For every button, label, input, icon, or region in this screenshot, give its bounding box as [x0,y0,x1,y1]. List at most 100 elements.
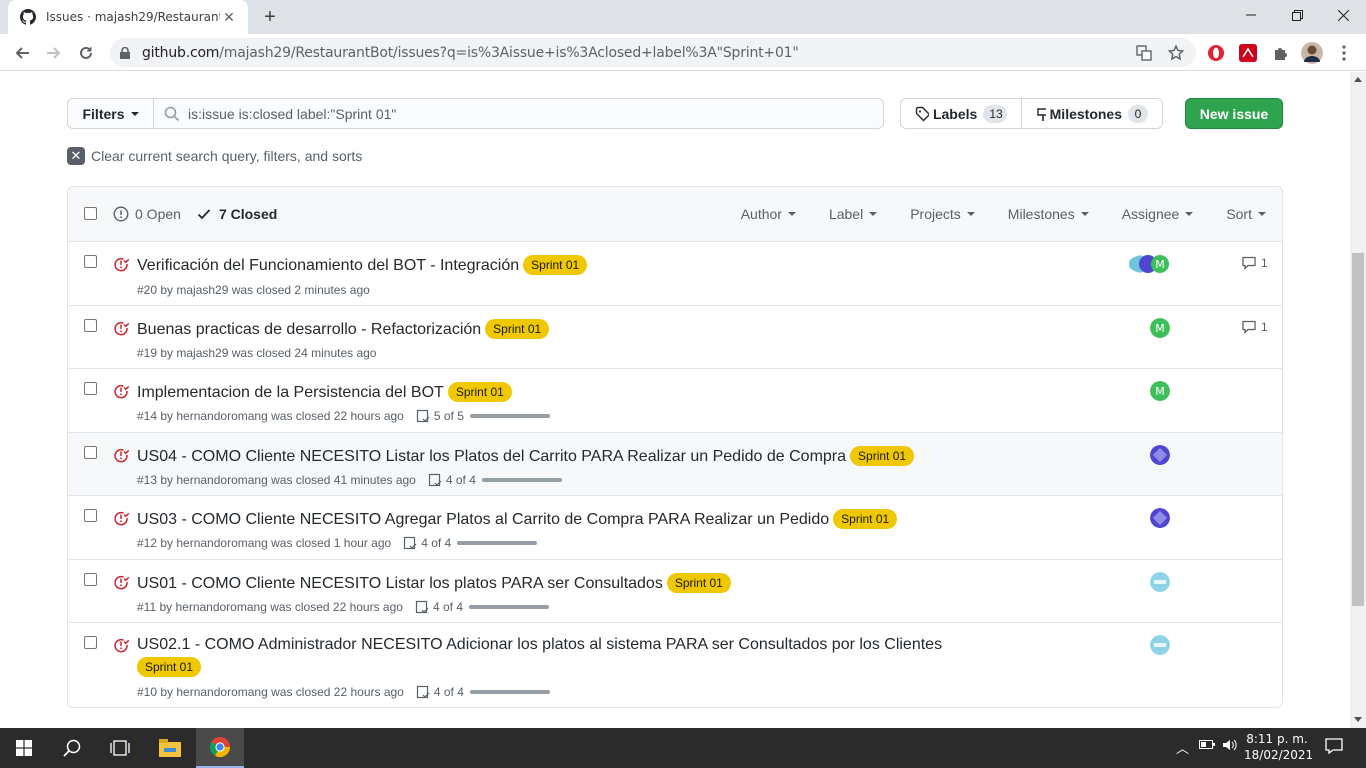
bookmark-star-icon[interactable] [1165,42,1187,64]
comments-link[interactable]: 1 [1241,255,1268,271]
issue-closed-icon [114,384,129,399]
close-tab-icon[interactable]: ✕ [220,8,238,26]
github-icon [20,9,36,25]
task-count: 4 of 4 [421,536,452,550]
issue-title-link[interactable]: US04 - COMO Cliente NECESITO Listar los … [137,448,846,465]
issue-row[interactable]: US03 - COMO Cliente NECESITO Agregar Pla… [68,496,1282,560]
assignees-avatar-stack[interactable]: M [1128,254,1174,274]
label-filter[interactable]: Label [828,206,878,222]
browser-tab[interactable]: Issues · majash29/RestaurantBot ✕ [8,0,248,34]
back-icon[interactable] [8,39,36,67]
notifications-icon[interactable] [1325,738,1343,757]
issue-title-link[interactable]: US03 - COMO Cliente NECESITO Agregar Pla… [137,511,829,528]
opera-extension-icon[interactable] [1205,42,1227,64]
comments-link[interactable]: 1 [1241,319,1268,335]
issue-search[interactable] [154,98,884,129]
issue-checkbox[interactable] [84,573,97,586]
issue-title-link[interactable]: Buenas practicas de desarrollo - Refacto… [137,321,481,338]
volume-icon[interactable] [1222,738,1238,755]
file-explorer-icon[interactable] [146,728,194,768]
issue-title-link[interactable]: Verificación del Funcionamiento del BOT … [137,257,519,274]
sprint-label[interactable]: Sprint 01 [666,573,731,593]
issues-list: 0 Open 7 Closed Author Label Projects Mi… [67,186,1283,708]
windows-start-icon[interactable] [0,728,48,768]
assignee-avatar[interactable] [1150,572,1170,592]
assignee-avatar[interactable] [1150,508,1170,528]
assignee-avatar[interactable] [1150,635,1170,655]
scroll-up-icon[interactable] [1354,77,1362,82]
issues-list-header: 0 Open 7 Closed Author Label Projects Mi… [68,187,1282,242]
assignee-filter[interactable]: Assignee [1122,206,1194,222]
issue-closed-icon [114,321,129,336]
sort-dropdown[interactable]: Sort [1226,206,1266,222]
task-progress-bar [481,478,562,482]
issue-checkbox[interactable] [84,636,97,649]
sprint-label[interactable]: Sprint 01 [850,446,915,466]
issue-row[interactable]: US02.1 - COMO Administrador NECESITO Adi… [68,623,1282,707]
reload-icon[interactable] [72,39,100,67]
caret-down-icon [1185,212,1194,216]
issue-row[interactable]: US01 - COMO Cliente NECESITO Listar los … [68,560,1282,623]
chrome-taskbar-icon[interactable] [196,728,244,768]
sprint-label[interactable]: Sprint 01 [447,382,512,402]
issue-checkbox[interactable] [84,382,97,395]
milestones-filter-label: Milestones [1007,206,1075,222]
open-issues-tab[interactable]: 0 Open [113,206,181,222]
new-issue-button[interactable]: New issue [1185,98,1283,129]
labels-button[interactable]: Labels 13 [900,98,1022,129]
projects-filter[interactable]: Projects [910,206,975,222]
issue-row[interactable]: US04 - COMO Cliente NECESITO Listar los … [68,433,1282,496]
task-view-icon[interactable] [96,728,144,768]
task-progress-bar [457,541,538,545]
select-all-checkbox[interactable] [84,207,97,220]
issue-row[interactable]: Verificación del Funcionamiento del BOT … [68,242,1282,306]
sprint-label[interactable]: Sprint 01 [833,509,898,529]
address-bar[interactable]: github.com/majash29/RestaurantBot/issues… [110,38,1196,67]
issue-title-link[interactable]: Implementacion de la Persistencia del BO… [137,384,444,401]
issue-checkbox[interactable] [84,446,97,459]
restore-button[interactable] [1274,0,1320,30]
translate-icon[interactable] [1133,42,1155,64]
forward-icon[interactable] [40,39,68,67]
minimize-button[interactable] [1228,0,1274,30]
pdf-extension-icon[interactable] [1237,42,1259,64]
new-tab-button[interactable]: + [258,5,282,29]
system-clock[interactable]: 8:11 p. m. 18/02/2021 [1244,731,1313,763]
assignee-avatar[interactable] [1150,445,1170,465]
assignee-avatar[interactable]: M [1150,318,1170,338]
issue-row[interactable]: Implementacion de la Persistencia del BO… [68,369,1282,433]
author-filter[interactable]: Author [741,206,796,222]
issue-checkbox[interactable] [84,319,97,332]
close-icon: ✕ [67,147,85,165]
tray-chevron-icon[interactable]: ︿ [1176,738,1189,757]
search-icon[interactable] [48,728,96,768]
label-filter-label: Label [828,206,864,222]
clear-filters-link[interactable]: ✕ Clear current search query, filters, a… [67,147,362,165]
scroll-down-icon[interactable] [1354,717,1362,722]
sprint-label[interactable]: Sprint 01 [485,319,550,339]
issue-title-link[interactable]: US02.1 - COMO Administrador NECESITO Adi… [137,636,942,653]
profile-avatar[interactable] [1301,42,1323,64]
closed-count-label: 7 Closed [218,206,278,222]
battery-icon[interactable] [1199,738,1215,753]
issue-checkbox[interactable] [84,509,97,522]
comment-count: 1 [1261,320,1268,334]
milestones-filter[interactable]: Milestones [1008,206,1089,222]
check-icon [197,209,211,220]
assignee-avatar[interactable]: M [1150,381,1170,401]
task-progress: 4 of 4 [428,473,562,487]
page-scrollbar[interactable] [1350,72,1366,728]
sprint-label[interactable]: Sprint 01 [137,657,202,677]
scrollbar-thumb[interactable] [1352,253,1364,606]
issue-title-link[interactable]: US01 - COMO Cliente NECESITO Listar los … [137,575,663,592]
milestones-button[interactable]: Milestones 0 [1022,98,1163,129]
sprint-label[interactable]: Sprint 01 [523,255,588,275]
filters-dropdown[interactable]: Filters [67,98,154,129]
issue-row[interactable]: Buenas practicas de desarrollo - Refacto… [68,306,1282,369]
close-window-button[interactable] [1320,0,1366,30]
closed-issues-tab[interactable]: 7 Closed [197,206,277,222]
extensions-puzzle-icon[interactable] [1269,42,1291,64]
chrome-menu-icon[interactable] [1333,42,1355,64]
issue-checkbox[interactable] [84,255,97,268]
search-input[interactable] [188,105,788,122]
